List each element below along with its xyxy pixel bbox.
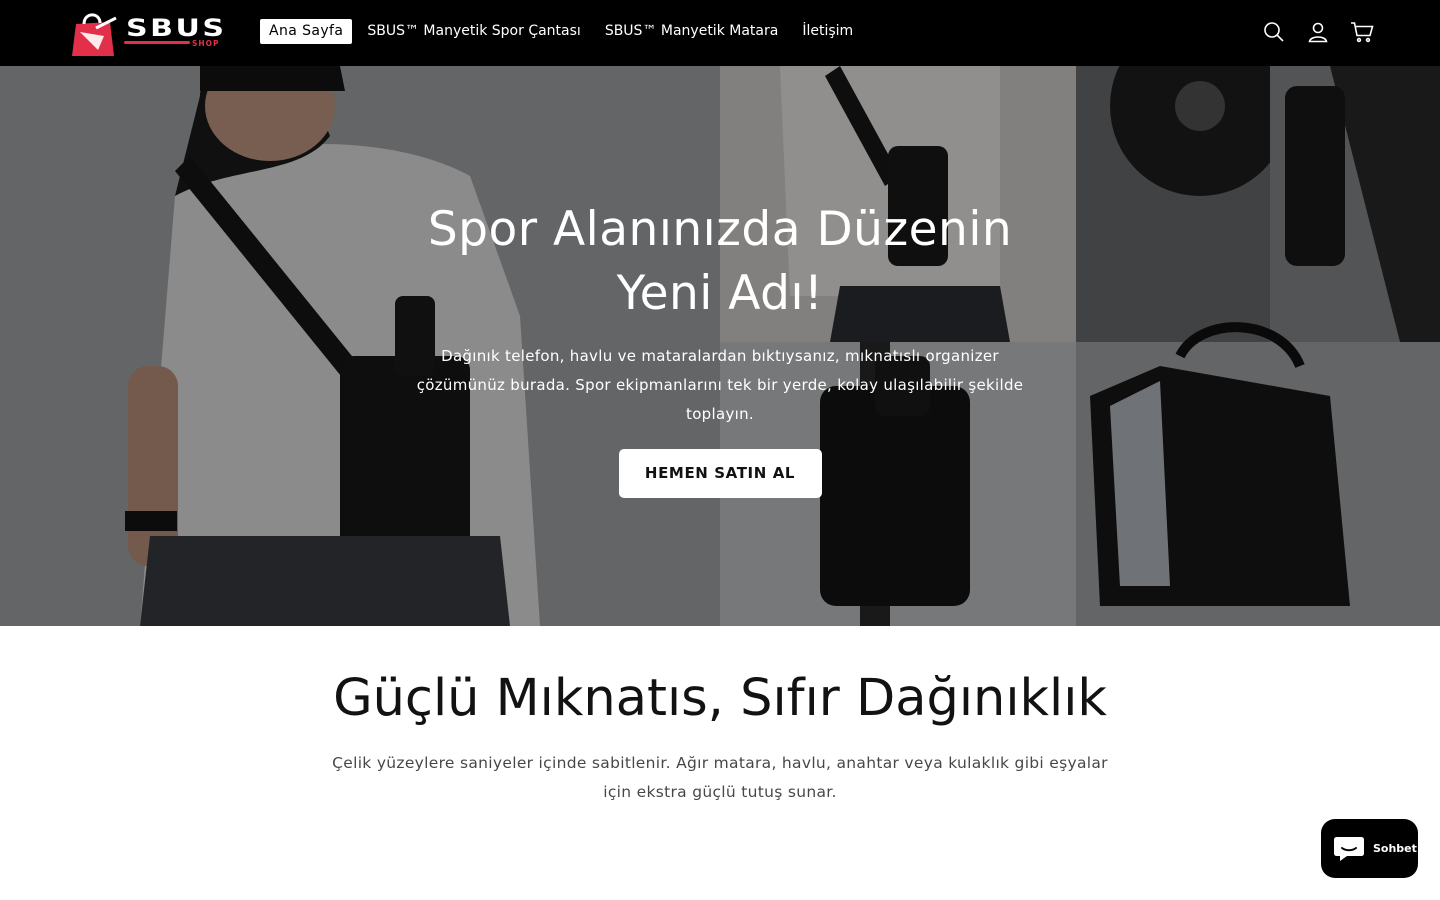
chat-bubble-icon [1334, 836, 1364, 861]
nav-item-magnetic-bag[interactable]: SBUS™ Manyetik Spor Çantası [358, 19, 589, 44]
nav-item-magnetic-bottle[interactable]: SBUS™ Manyetik Matara [596, 19, 788, 44]
site-header: SBUS SHOP Ana Sayfa SBUS™ Manyetik Spor … [0, 0, 1440, 66]
chat-label: Sohbet [1373, 842, 1417, 855]
hero-description: Dağınık telefon, havlu ve mataralardan b… [416, 347, 1024, 423]
main-nav: Ana Sayfa SBUS™ Manyetik Spor Çantası SB… [260, 19, 868, 44]
hero-title: Spor Alanınızda Düzenin Yeni Adı! [380, 198, 1060, 326]
chat-button[interactable]: Sohbet [1321, 819, 1418, 878]
logo-wordmark: SBUS [126, 14, 227, 42]
search-icon[interactable] [1262, 20, 1286, 44]
account-icon[interactable] [1306, 20, 1330, 44]
buy-now-button[interactable]: HEMEN SATIN AL [618, 449, 822, 498]
hero-title-line-2: Yeni Adı! [616, 266, 824, 321]
header-icons [1242, 20, 1374, 44]
nav-item-home[interactable]: Ana Sayfa [260, 19, 353, 44]
hero-title-line-1: Spor Alanınızda Düzenin [427, 202, 1013, 257]
nav-item-contact[interactable]: İletişim [793, 19, 862, 44]
hero-content: Spor Alanınızda Düzenin Yeni Adı! Dağını… [380, 198, 1060, 498]
hero-banner: Spor Alanınızda Düzenin Yeni Adı! Dağını… [0, 66, 1440, 626]
logo-swoosh [124, 41, 190, 44]
feature-description: Çelik yüzeylere saniyeler içinde sabitle… [332, 754, 1108, 801]
feature-title: Güçlü Mıknatıs, Sıfır Dağınıklık [333, 669, 1107, 728]
brand-logo[interactable]: SBUS SHOP [70, 8, 224, 58]
cart-icon[interactable] [1350, 20, 1374, 44]
shopping-bag-logo-icon [72, 13, 117, 56]
feature-section: Güçlü Mıknatıs, Sıfır Dağınıklık Çelik y… [0, 626, 1440, 900]
logo-subtext: SHOP [192, 39, 220, 48]
